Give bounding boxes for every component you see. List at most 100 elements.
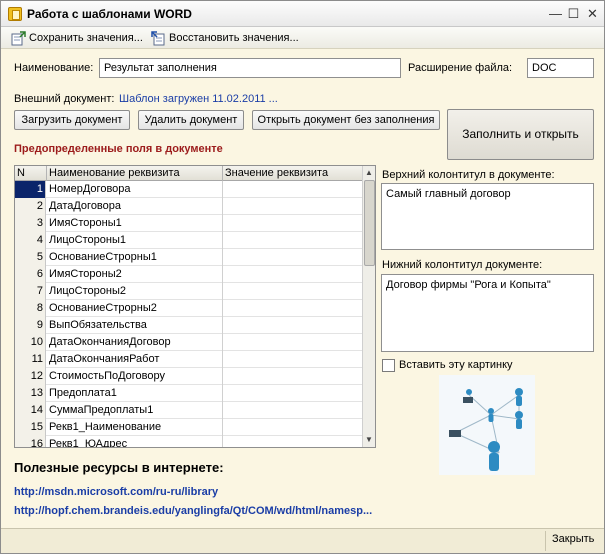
status-divider — [545, 531, 546, 551]
row-number: 1 — [15, 181, 46, 198]
table-row[interactable]: 8 ОснованиеСтрорны2 — [15, 300, 363, 317]
restore-values-button[interactable]: Восстановить значения... — [151, 30, 299, 47]
save-values-label: Сохранить значения... — [29, 32, 143, 44]
extension-field[interactable]: DOC — [527, 58, 594, 78]
table-row[interactable]: 13 Предоплата1 — [15, 385, 363, 402]
row-field-name: ОснованиеСтрорны2 — [47, 300, 223, 317]
close-icon[interactable]: ✕ — [584, 6, 601, 22]
table-body: 1 НомерДоговора 2 ДатаДоговора 3 ИмяСтороны1 4… — [15, 181, 363, 447]
row-field-value[interactable] — [223, 232, 363, 249]
fill-and-open-button[interactable]: Заполнить и открыть — [447, 109, 594, 160]
row-number: 16 — [15, 436, 46, 447]
load-document-button[interactable]: Загрузить документ — [14, 110, 130, 130]
row-number: 11 — [15, 351, 46, 368]
row-field-name: ИмяСтороны2 — [47, 266, 223, 283]
row-field-name: Рекв1_ЮАдрес — [47, 436, 223, 447]
row-field-value[interactable] — [223, 283, 363, 300]
row-field-name: ВыпОбязательства — [47, 317, 223, 334]
title-bar: Работа с шаблонами WORD — ☐ ✕ — [1, 1, 604, 27]
row-number: 3 — [15, 215, 46, 232]
extension-label: Расширение файла: — [408, 62, 513, 74]
column-header-name[interactable]: Наименование реквизита — [47, 166, 223, 181]
row-field-value[interactable] — [223, 215, 363, 232]
row-field-value[interactable] — [223, 198, 363, 215]
row-field-name: Предоплата1 — [47, 385, 223, 402]
delete-document-button[interactable]: Удалить документ — [138, 110, 244, 130]
predefined-fields-title: Предопределенные поля в документе — [14, 143, 223, 155]
fields-table[interactable]: N Наименование реквизита Значение реквиз… — [14, 165, 376, 448]
row-field-value[interactable] — [223, 334, 363, 351]
row-field-name: СтоимостьПоДоговору — [47, 368, 223, 385]
row-field-value[interactable] — [223, 402, 363, 419]
insert-image-checkbox[interactable] — [382, 359, 395, 372]
restore-values-label: Восстановить значения... — [169, 32, 299, 44]
scroll-down-icon[interactable]: ▼ — [363, 434, 375, 446]
row-number: 8 — [15, 300, 46, 317]
table-row[interactable]: 6 ИмяСтороны2 — [15, 266, 363, 283]
external-doc-status[interactable]: Шаблон загружен 11.02.2011 ... — [119, 93, 278, 105]
window-title: Работа с шаблонами WORD — [27, 7, 192, 21]
bottom-footer-label: Нижний колонтитул документе: — [382, 259, 543, 271]
table-header: N Наименование реквизита Значение реквиз… — [15, 166, 363, 181]
table-scrollbar[interactable]: ▲ ▼ — [362, 166, 375, 447]
row-number: 13 — [15, 385, 46, 402]
row-field-value[interactable] — [223, 266, 363, 283]
column-header-value[interactable]: Значение реквизита — [223, 166, 363, 181]
maximize-icon[interactable]: ☐ — [565, 6, 582, 22]
close-button[interactable]: Закрыть — [552, 533, 594, 545]
top-header-label: Верхний колонтитул в документе: — [382, 169, 555, 181]
table-row[interactable]: 12 СтоимостьПоДоговору — [15, 368, 363, 385]
row-number: 7 — [15, 283, 46, 300]
save-values-button[interactable]: Сохранить значения... — [11, 30, 143, 47]
scroll-up-icon[interactable]: ▲ — [363, 167, 375, 179]
main-window: Работа с шаблонами WORD — ☐ ✕ Сохранить … — [0, 0, 605, 554]
table-row[interactable]: 10 ДатаОкончанияДоговор — [15, 334, 363, 351]
row-field-value[interactable] — [223, 351, 363, 368]
restore-values-icon — [151, 31, 165, 46]
external-doc-label: Внешний документ: — [14, 93, 115, 105]
row-field-value[interactable] — [223, 385, 363, 402]
table-row[interactable]: 1 НомерДоговора — [15, 181, 363, 198]
row-field-value[interactable] — [223, 300, 363, 317]
row-field-name: ЛицоСтороны1 — [47, 232, 223, 249]
table-row[interactable]: 9 ВыпОбязательства — [15, 317, 363, 334]
column-header-n[interactable]: N — [15, 166, 47, 181]
table-row[interactable]: 3 ИмяСтороны1 — [15, 215, 363, 232]
table-row[interactable]: 5 ОснованиеСтрорны1 — [15, 249, 363, 266]
name-field[interactable]: Результат заполнения — [99, 58, 401, 78]
row-field-value[interactable] — [223, 181, 363, 198]
row-field-value[interactable] — [223, 249, 363, 266]
name-label: Наименование: — [14, 62, 94, 74]
resource-link-2[interactable]: http://hopf.chem.brandeis.edu/yanglingfa… — [14, 505, 372, 517]
row-field-value[interactable] — [223, 436, 363, 447]
table-row[interactable]: 15 Рекв1_Наименование — [15, 419, 363, 436]
minimize-icon[interactable]: — — [547, 6, 564, 22]
resources-heading: Полезные ресурсы в интернете: — [14, 460, 224, 475]
row-number: 9 — [15, 317, 46, 334]
table-row[interactable]: 4 ЛицоСтороны1 — [15, 232, 363, 249]
row-field-name: Рекв1_Наименование — [47, 419, 223, 436]
row-number: 6 — [15, 266, 46, 283]
row-number: 12 — [15, 368, 46, 385]
table-row[interactable]: 16 Рекв1_ЮАдрес — [15, 436, 363, 447]
row-field-name: СуммаПредоплаты1 — [47, 402, 223, 419]
row-field-name: ДатаДоговора — [47, 198, 223, 215]
row-field-value[interactable] — [223, 317, 363, 334]
table-row[interactable]: 7 ЛицоСтороны2 — [15, 283, 363, 300]
resource-link-1[interactable]: http://msdn.microsoft.com/ru-ru/library — [14, 486, 218, 498]
open-without-fill-button[interactable]: Открыть документ без заполнения — [252, 110, 440, 130]
app-icon — [8, 7, 22, 21]
row-field-value[interactable] — [223, 419, 363, 436]
row-field-value[interactable] — [223, 368, 363, 385]
scroll-thumb[interactable] — [364, 180, 375, 266]
bottom-footer-textarea[interactable]: Договор фирмы "Рога и Копыта" — [381, 274, 594, 352]
table-row[interactable]: 14 СуммаПредоплаты1 — [15, 402, 363, 419]
top-header-textarea[interactable]: Самый главный договор — [381, 183, 594, 250]
table-row[interactable]: 2 ДатаДоговора — [15, 198, 363, 215]
row-number: 15 — [15, 419, 46, 436]
table-row[interactable]: 11 ДатаОкончанияРабот — [15, 351, 363, 368]
row-field-name: ДатаОкончанияРабот — [47, 351, 223, 368]
insert-image-label: Вставить эту картинку — [399, 359, 513, 371]
row-field-name: ОснованиеСтрорны1 — [47, 249, 223, 266]
row-number: 2 — [15, 198, 46, 215]
